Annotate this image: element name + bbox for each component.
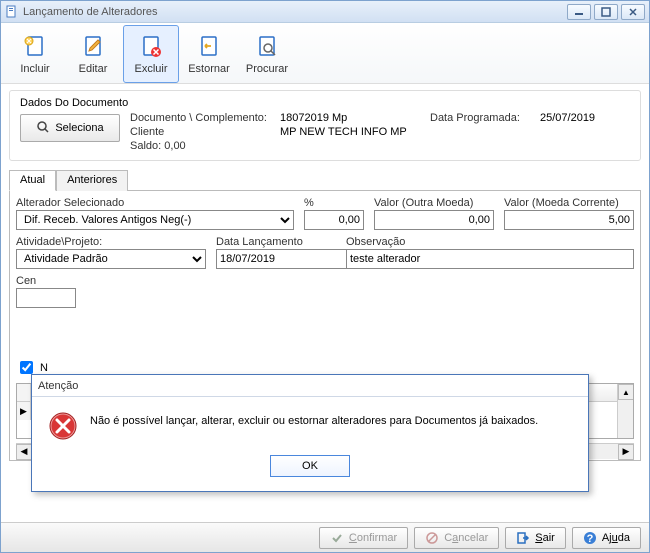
search-doc-icon [253, 33, 281, 61]
cancelar-button[interactable]: Cancelar [414, 527, 499, 549]
titlebar: Lançamento de Alteradores [1, 1, 649, 23]
new-doc-icon [21, 33, 49, 61]
minimize-button[interactable] [567, 4, 591, 20]
window-title: Lançamento de Alteradores [23, 6, 567, 18]
maximize-button[interactable] [594, 4, 618, 20]
modal-overlay: Atenção Não é possível lançar, alterar, … [1, 84, 649, 522]
incluir-button[interactable]: Incluir [7, 25, 63, 83]
toolbar: Incluir Editar Excluir Estornar Procurar [1, 23, 649, 84]
content-area: Dados Do Documento Seleciona Documento \… [1, 84, 649, 522]
app-window: Lançamento de Alteradores Incluir Editar… [0, 0, 650, 553]
app-icon [5, 5, 19, 19]
dialog-title: Atenção [32, 375, 588, 397]
edit-doc-icon [79, 33, 107, 61]
reverse-doc-icon [195, 33, 223, 61]
svg-text:?: ? [586, 533, 593, 545]
estornar-button[interactable]: Estornar [181, 25, 237, 83]
sair-button[interactable]: Sair [505, 527, 566, 549]
attention-dialog: Atenção Não é possível lançar, alterar, … [31, 374, 589, 492]
close-button[interactable] [621, 4, 645, 20]
procurar-button[interactable]: Procurar [239, 25, 295, 83]
excluir-button[interactable]: Excluir [123, 25, 179, 83]
error-icon [48, 411, 78, 441]
cancel-icon [425, 531, 439, 545]
check-icon [330, 531, 344, 545]
confirmar-button[interactable]: Confirmar [319, 527, 408, 549]
dialog-message: Não é possível lançar, alterar, excluir … [90, 411, 538, 427]
delete-doc-icon [137, 33, 165, 61]
ok-button[interactable]: OK [270, 455, 350, 477]
button-bar: Confirmar Cancelar Sair ? Ajuda [1, 522, 649, 552]
ajuda-button[interactable]: ? Ajuda [572, 527, 641, 549]
exit-icon [516, 531, 530, 545]
editar-button[interactable]: Editar [65, 25, 121, 83]
help-icon: ? [583, 531, 597, 545]
